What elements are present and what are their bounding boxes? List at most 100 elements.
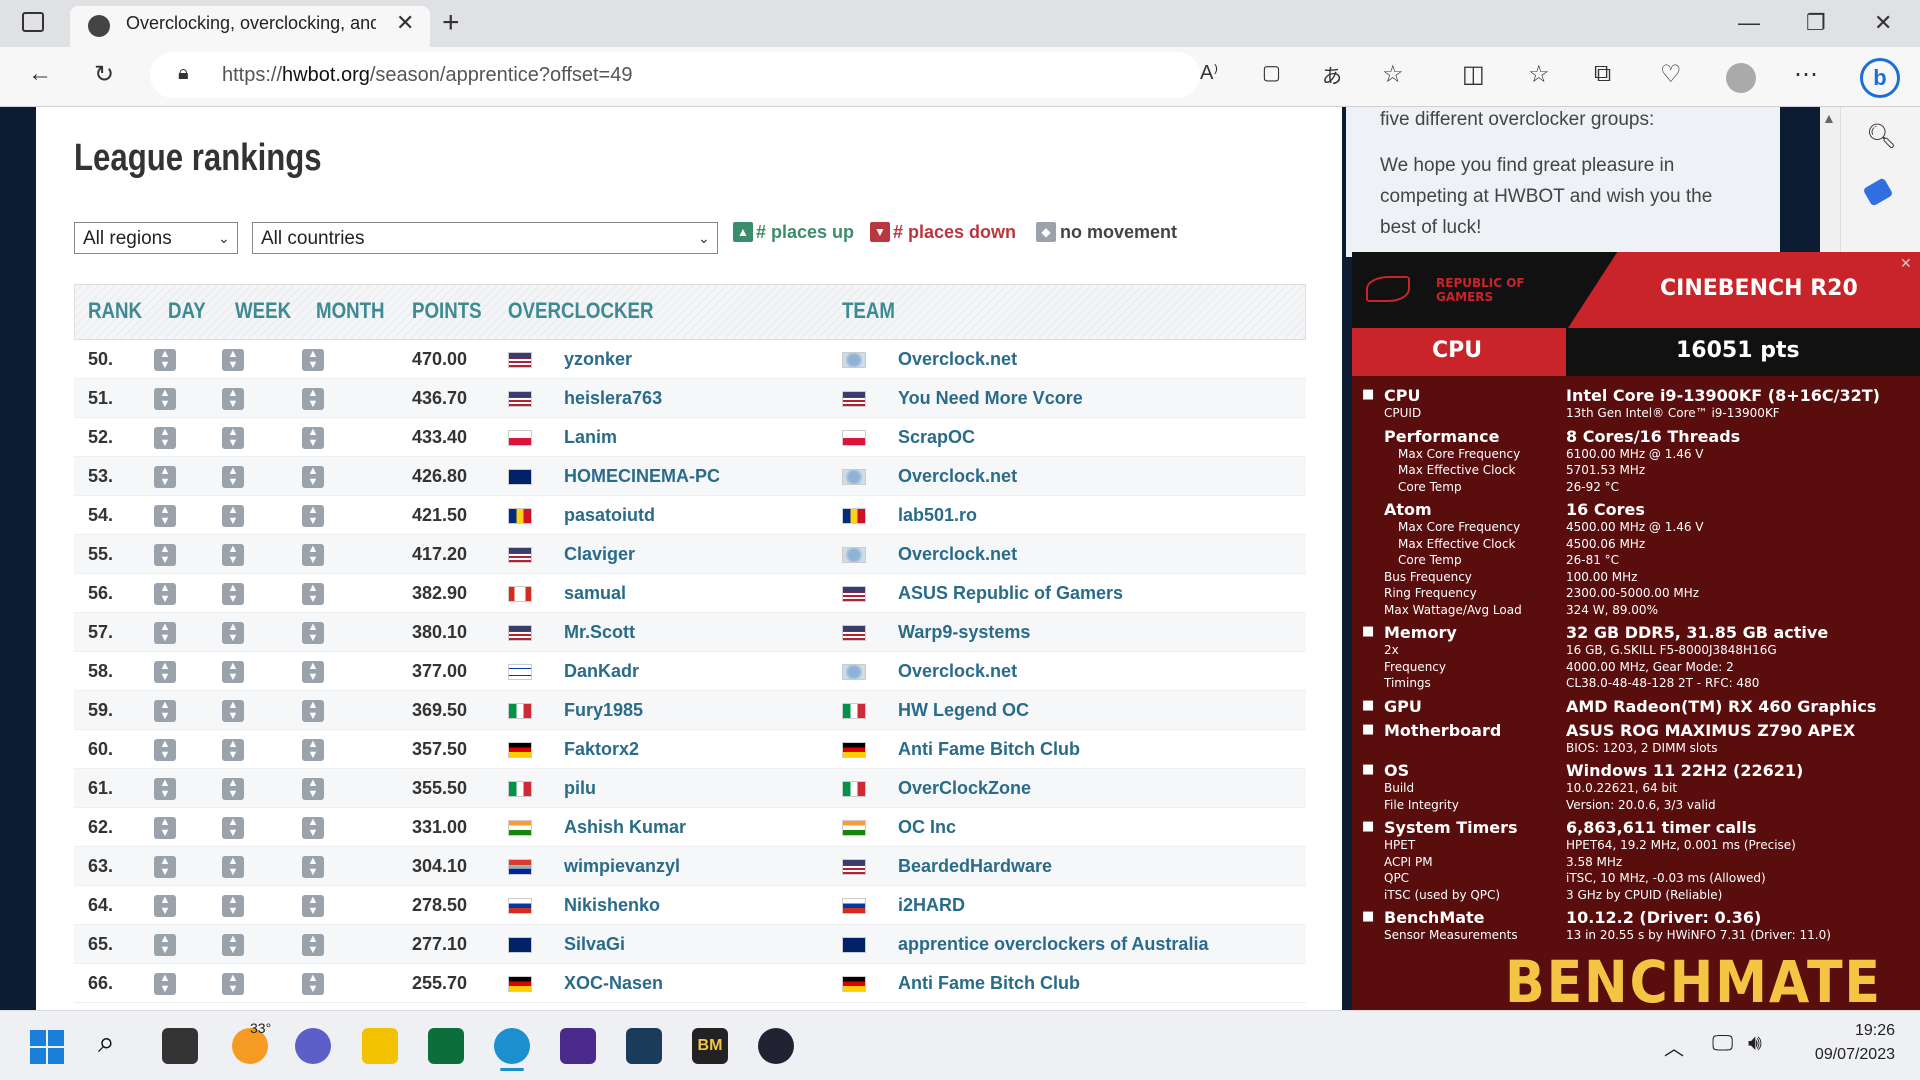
team-link[interactable]: Overclock.net — [898, 349, 1017, 370]
overclocker-link[interactable]: yzonker — [564, 349, 632, 370]
team-link[interactable]: HW Legend OC — [898, 700, 1029, 721]
overclocker-link[interactable]: wimpievanzyl — [564, 856, 680, 877]
team-link[interactable]: ASUS Republic of Gamers — [898, 583, 1123, 604]
restore-icon[interactable]: ❐ — [1806, 10, 1826, 36]
immersive-reader-icon[interactable]: ▢ — [1262, 60, 1281, 85]
volume-icon[interactable]: 🔊︎ — [1748, 1030, 1762, 1056]
overclocker-link[interactable]: Faktorx2 — [564, 739, 639, 760]
country-flag-icon — [508, 781, 532, 797]
overclocker-link[interactable]: Ashish Kumar — [564, 817, 686, 838]
team-link[interactable]: Anti Fame Bitch Club — [898, 739, 1080, 760]
overclocker-link[interactable]: pilu — [564, 778, 596, 799]
bm-value: Windows 11 22H2 (22621) — [1566, 761, 1804, 780]
overclocker-link[interactable]: Lanim — [564, 427, 617, 448]
month-movement-icon: ▲ ▼ — [302, 466, 324, 488]
show-hidden-icons-icon[interactable]: ︿ — [1664, 1032, 1684, 1061]
file-explorer-icon[interactable] — [362, 1028, 398, 1064]
bm-label: Max Wattage/Avg Load — [1384, 602, 1522, 617]
favorites-icon[interactable]: ☆ — [1528, 60, 1550, 89]
overclocker-link[interactable]: HOMECINEMA-PC — [564, 466, 720, 487]
favorite-star-icon[interactable]: ☆ — [1382, 60, 1404, 89]
team-link[interactable]: BeardedHardware — [898, 856, 1052, 877]
team-link[interactable]: Overclock.net — [898, 466, 1017, 487]
read-aloud-icon[interactable]: A⁾ — [1200, 60, 1218, 85]
overclocker-link[interactable]: SilvaGi — [564, 934, 625, 955]
overclocker-link[interactable]: Claviger — [564, 544, 635, 565]
bing-copilot-icon[interactable]: b — [1860, 58, 1900, 98]
close-overlay-icon[interactable]: ✕ — [1900, 256, 1912, 272]
countries-select[interactable]: All countries — [252, 222, 718, 254]
bm-label: CPU — [1384, 386, 1421, 405]
network-icon[interactable]: 🖵︎ — [1712, 1030, 1733, 1056]
bm-label: Max Effective Clock — [1398, 463, 1516, 477]
team-flag-icon — [842, 547, 866, 563]
sidebar-toggle-icon[interactable] — [22, 12, 44, 32]
new-tab-icon[interactable]: + — [442, 6, 460, 40]
hwinfo-icon[interactable] — [626, 1028, 662, 1064]
lock-icon[interactable]: 🔒︎ — [178, 62, 189, 85]
team-flag-icon — [842, 625, 866, 641]
team-link[interactable]: lab501.ro — [898, 505, 977, 526]
day-movement-icon: ▲ ▼ — [154, 895, 176, 917]
cpu-z-icon[interactable] — [560, 1028, 596, 1064]
overclocker-link[interactable]: samual — [564, 583, 626, 604]
rog-line-2: GAMERS — [1436, 290, 1494, 304]
scroll-up-icon[interactable]: ▲ — [1822, 110, 1836, 126]
team-link[interactable]: Anti Fame Bitch Club — [898, 973, 1080, 994]
close-window-icon[interactable]: ✕ — [1874, 10, 1892, 36]
translate-icon[interactable]: あ — [1322, 60, 1342, 89]
points-cell: 255.70 — [412, 973, 468, 993]
overclocker-link[interactable]: Fury1985 — [564, 700, 643, 721]
browser-essentials-icon[interactable]: ♡ — [1660, 60, 1682, 89]
team-link[interactable]: Overclock.net — [898, 544, 1017, 565]
collections-icon[interactable]: ⧉ — [1594, 60, 1611, 88]
task-view-icon[interactable] — [162, 1028, 198, 1064]
team-link[interactable]: OC Inc — [898, 817, 956, 838]
url-text[interactable]: https://hwbot.org/season/apprentice?offs… — [222, 64, 632, 87]
team-flag-icon — [842, 469, 866, 485]
split-screen-icon[interactable]: ◫ — [1462, 60, 1485, 89]
overclocker-link[interactable]: Nikishenko — [564, 895, 660, 916]
team-link[interactable]: Overclock.net — [898, 661, 1017, 682]
benchmate-app-icon[interactable]: BM — [692, 1028, 728, 1064]
minimize-icon[interactable]: — — [1738, 10, 1760, 36]
team-link[interactable]: i2HARD — [898, 895, 965, 916]
team-link[interactable]: OverClockZone — [898, 778, 1031, 799]
overclocker-link[interactable]: DanKadr — [564, 661, 639, 682]
sidebar-search-icon[interactable]: 🔍︎ — [1866, 122, 1896, 151]
bm-value: 4000.00 MHz, Gear Mode: 2 — [1566, 659, 1734, 674]
overclocker-link[interactable]: XOC-Nasen — [564, 973, 663, 994]
taskbar-time[interactable]: 19:26 — [1795, 1022, 1895, 1040]
edge-browser-icon[interactable] — [494, 1028, 530, 1064]
team-link[interactable]: ScrapOC — [898, 427, 975, 448]
bm-label: Timings — [1384, 676, 1431, 690]
taskbar-search-icon[interactable]: ⌕ — [98, 1026, 115, 1060]
refresh-icon[interactable]: ↻ — [94, 60, 114, 89]
cinebench-icon[interactable] — [758, 1028, 794, 1064]
team-link[interactable]: apprentice overclockers of Australia — [898, 934, 1208, 955]
teams-chat-icon[interactable] — [295, 1028, 331, 1064]
table-row: 63. ▲ ▼ ▲ ▼ ▲ ▼ 304.10 wimpievanzyl BeardedHardwa… — [74, 847, 1306, 886]
overclocker-link[interactable]: heislera763 — [564, 388, 662, 409]
no-movement-icon: ◆ — [1036, 222, 1056, 242]
week-movement-icon: ▲ ▼ — [222, 895, 244, 917]
close-tab-icon[interactable]: ✕ — [396, 10, 414, 36]
bm-value: HPET64, 19.2 MHz, 0.001 ms (Precise) — [1566, 838, 1796, 852]
regions-select[interactable]: All regions — [74, 222, 238, 254]
start-icon[interactable] — [30, 1030, 64, 1064]
points-cell: 426.80 — [412, 466, 468, 486]
tab-title[interactable]: Overclocking, overclocking, and more — [126, 13, 376, 34]
taskbar-date[interactable]: 09/07/2023 — [1770, 1046, 1895, 1064]
bm-value: 10.0.22621, 64 bit — [1566, 781, 1678, 795]
now-tv-icon[interactable] — [428, 1028, 464, 1064]
points-cell: 278.50 — [412, 895, 468, 915]
overclocker-link[interactable]: pasatoiutd — [564, 505, 655, 526]
team-link[interactable]: You Need More Vcore — [898, 388, 1083, 409]
back-icon[interactable]: ← — [28, 60, 52, 88]
team-link[interactable]: Warp9-systems — [898, 622, 1030, 643]
week-movement-icon: ▲ ▼ — [222, 739, 244, 761]
more-options-icon[interactable]: ⋯ — [1794, 60, 1818, 89]
profile-avatar[interactable] — [1726, 63, 1756, 93]
table-row: 57. ▲ ▼ ▲ ▼ ▲ ▼ 380.10 Mr.Scott Warp9-systems — [74, 613, 1306, 652]
overclocker-link[interactable]: Mr.Scott — [564, 622, 635, 643]
